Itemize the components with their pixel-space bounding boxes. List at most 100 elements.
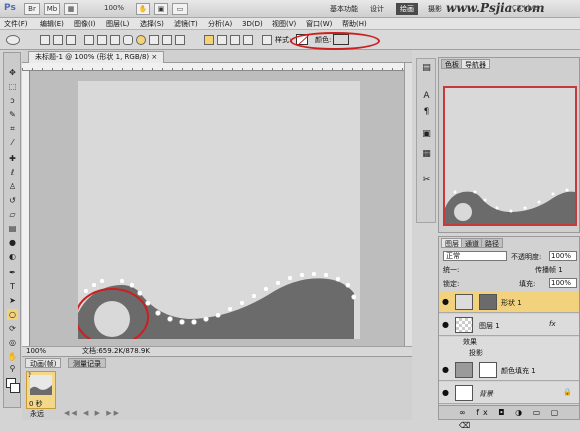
menu-view[interactable]: 视图(V) (272, 19, 296, 29)
propagate-frame-checkbox[interactable]: 传播帧 1 (535, 265, 563, 275)
workspace-essentials[interactable]: 基本功能 (326, 3, 362, 15)
frame-delay[interactable]: 0 秒 (29, 399, 43, 409)
add-to-shape-icon[interactable] (217, 35, 227, 45)
menu-3d[interactable]: 3D(D) (242, 19, 263, 29)
drop-shadow-row[interactable]: 投影 (439, 348, 579, 359)
ellipse-tool-preset-icon[interactable] (6, 35, 20, 45)
hand-tool-icon[interactable]: ✋ (136, 3, 150, 15)
effects-row[interactable]: 效果 (439, 337, 579, 348)
pen-tool-icon[interactable]: ✒ (7, 267, 18, 278)
menu-image[interactable]: 图像(I) (74, 19, 96, 29)
workspace-design[interactable]: 设计 (366, 3, 388, 15)
menu-analysis[interactable]: 分析(A) (208, 19, 232, 29)
layer-row-background[interactable]: ● 背景 🔒 (439, 382, 579, 404)
subtract-shape-icon[interactable] (230, 35, 240, 45)
zoom-tool-icon[interactable]: ⚲ (7, 363, 18, 374)
workspace-photography[interactable]: 摄影 (424, 3, 446, 15)
type-tool-icon[interactable]: T (7, 281, 18, 292)
layer-row-layer1[interactable]: ● 图层 1 fx (439, 314, 579, 336)
menu-filter[interactable]: 滤镜(T) (174, 19, 198, 29)
3d-rotate-tool-icon[interactable]: ⟳ (7, 323, 18, 334)
paths-icon[interactable] (53, 35, 63, 45)
bridge-button[interactable]: Br (24, 3, 40, 15)
hand-tool-icon[interactable]: ✋ (7, 351, 18, 362)
polygon-tool-icon[interactable] (149, 35, 159, 45)
opacity-field[interactable]: 100% (549, 251, 577, 261)
marquee-tool-icon[interactable]: ⬚ (7, 81, 18, 92)
layer-row-color-fill[interactable]: ● 颜色填充 1 (439, 359, 579, 381)
tool-presets-icon[interactable]: ✂ (421, 175, 432, 186)
layer-row-shape1[interactable]: ● 形状 1 (439, 291, 579, 313)
tab-navigator[interactable]: 导航器 (461, 59, 490, 69)
navigator-thumbnail[interactable] (443, 86, 577, 226)
custom-shape-tool-icon[interactable] (175, 35, 185, 45)
visibility-eye-icon[interactable]: ● (442, 365, 449, 374)
path-select-tool-icon[interactable]: ➤ (7, 295, 18, 306)
zoom-level[interactable]: 100% (104, 4, 124, 12)
menu-help[interactable]: 帮助(H) (342, 19, 367, 29)
mini-bridge-button[interactable]: Mb (44, 3, 60, 15)
blur-tool-icon[interactable]: ● (7, 237, 18, 248)
fx-icon[interactable]: fx (549, 320, 556, 328)
eyedropper-tool-icon[interactable]: ⁄ (7, 137, 18, 148)
layer-mask-thumbnail[interactable] (479, 362, 497, 378)
pen-tool-icon[interactable] (84, 35, 94, 45)
brush-tool-icon[interactable]: ℓ (7, 167, 18, 178)
gradient-tool-icon[interactable]: ▤ (7, 223, 18, 234)
menu-window[interactable]: 窗口(W) (306, 19, 332, 29)
zoom-status[interactable]: 100% (26, 347, 46, 356)
healing-brush-tool-icon[interactable]: ✚ (7, 153, 18, 164)
tab-measurement-log[interactable]: 测量记录 (68, 358, 106, 368)
document-tab[interactable]: 未标题-1 @ 100% (形状 1, RGB/8) × (28, 51, 165, 63)
dodge-tool-icon[interactable]: ◐ (7, 251, 18, 262)
lasso-tool-icon[interactable]: ↄ (7, 95, 18, 106)
character-icon[interactable]: A (421, 91, 432, 102)
rectangle-tool-icon[interactable] (110, 35, 120, 45)
vector-mask-thumbnail[interactable] (479, 294, 497, 310)
cs-live-button[interactable]: CS Live (512, 4, 538, 12)
blend-mode-select[interactable]: 正常 (443, 251, 507, 261)
vertical-scrollbar[interactable] (404, 63, 412, 346)
move-tool-icon[interactable]: ✥ (7, 67, 18, 78)
view-extras-button[interactable]: ▦ (64, 3, 78, 15)
brush-presets-icon[interactable]: ▦ (421, 149, 432, 160)
clone-source-icon[interactable]: ▣ (421, 129, 432, 140)
playback-controls[interactable]: ◀◀ ◀ ▶ ▶▶ (64, 409, 121, 417)
background-color-swatch[interactable] (10, 383, 20, 393)
quick-select-tool-icon[interactable]: ✎ (7, 109, 18, 120)
document-size[interactable]: 文档:659.2K/878.9K (82, 347, 150, 356)
tab-layers[interactable]: 图层 (441, 238, 463, 248)
menu-select[interactable]: 选择(S) (140, 19, 164, 29)
ellipse-shape-tool-icon[interactable]: ○ (7, 309, 18, 320)
tab-channels[interactable]: 通道 (461, 238, 483, 248)
eraser-tool-icon[interactable]: ▱ (7, 209, 18, 220)
crop-tool-icon[interactable]: ⌗ (7, 123, 18, 134)
visibility-eye-icon[interactable]: ● (442, 320, 449, 329)
fill-field[interactable]: 100% (549, 278, 577, 288)
clone-stamp-tool-icon[interactable]: ♙ (7, 181, 18, 192)
new-shape-layer-icon[interactable] (204, 35, 214, 45)
3d-orbit-tool-icon[interactable]: ◎ (7, 337, 18, 348)
tab-animation-frames[interactable]: 动画(帧) (25, 358, 62, 368)
animation-frame[interactable]: 1 0 秒 (26, 371, 56, 409)
visibility-eye-icon[interactable]: ● (442, 388, 449, 397)
menu-edit[interactable]: 编辑(E) (40, 19, 64, 29)
line-tool-icon[interactable] (162, 35, 172, 45)
history-icon[interactable]: ▤ (421, 63, 432, 74)
document-canvas[interactable] (78, 81, 360, 339)
link-style-icon[interactable] (262, 35, 272, 45)
ellipse-tool-icon[interactable] (136, 35, 146, 45)
layers-footer-icons[interactable]: ∞ fx ◘ ◑ ▭ ▢ ⌫ (439, 405, 579, 430)
visibility-eye-icon[interactable]: ● (442, 297, 449, 306)
rounded-rectangle-tool-icon[interactable] (123, 35, 133, 45)
menu-file[interactable]: 文件(F) (4, 19, 28, 29)
menu-layer[interactable]: 图层(L) (106, 19, 129, 29)
freeform-pen-icon[interactable] (97, 35, 107, 45)
shape-layers-icon[interactable] (40, 35, 50, 45)
tab-paths[interactable]: 路径 (481, 238, 503, 248)
intersect-shape-icon[interactable] (243, 35, 253, 45)
workspace-painting[interactable]: 绘画 (396, 3, 418, 15)
loop-option[interactable]: 永远 (30, 409, 44, 419)
paragraph-icon[interactable]: ¶ (421, 107, 432, 118)
tab-swatches[interactable]: 色板 (441, 59, 463, 69)
